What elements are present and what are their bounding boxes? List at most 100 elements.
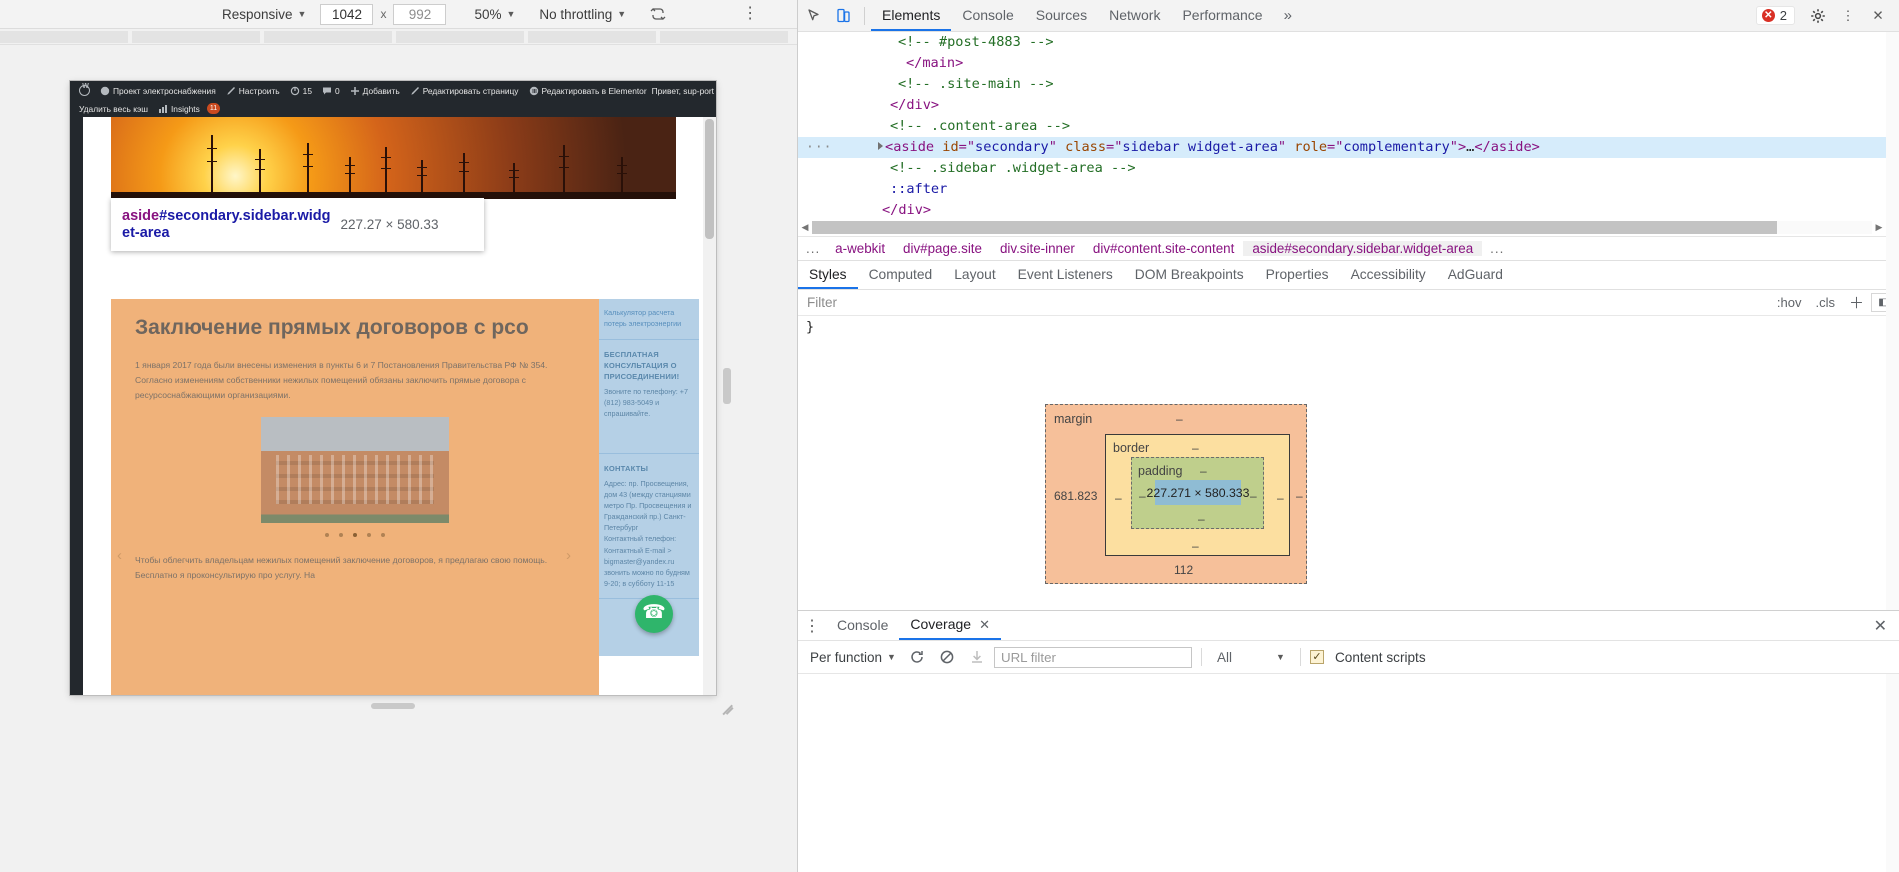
styles-pane-scrollbar[interactable] xyxy=(1886,32,1899,610)
tab-adguard[interactable]: AdGuard xyxy=(1437,261,1514,289)
box-model-padding-bottom[interactable]: – xyxy=(1198,512,1205,526)
box-model-content-size[interactable]: 227.271 × 580.333 xyxy=(1147,480,1249,505)
plus-icon[interactable]: ＋ xyxy=(1842,292,1871,313)
device-toolbar-more-icon[interactable]: ⋮ xyxy=(740,6,760,22)
dom-line-div-close-1[interactable]: </div> xyxy=(798,95,1886,116)
breadcrumb[interactable]: ... a-webkit div#page.site div.site-inne… xyxy=(798,236,1899,261)
box-model-border-top[interactable]: – xyxy=(1192,441,1199,455)
breadcrumb-overflow-right[interactable]: ... xyxy=(1482,241,1510,256)
carousel-next-icon[interactable]: › xyxy=(566,547,571,564)
error-badge[interactable]: ✕ 2 xyxy=(1755,6,1795,25)
scroll-right-icon[interactable]: ▶ xyxy=(1872,222,1886,233)
drawer-more-icon[interactable]: ⋮ xyxy=(798,616,826,636)
box-model-border-left[interactable]: – xyxy=(1115,491,1122,505)
tab-computed[interactable]: Computed xyxy=(858,261,944,289)
reload-icon[interactable] xyxy=(904,645,930,669)
box-model-padding-left[interactable]: – xyxy=(1139,489,1146,503)
styles-rules-area[interactable]: } margin – 681.823 – 112 border – – – – … xyxy=(798,316,1899,610)
tab-console[interactable]: Console xyxy=(951,0,1024,31)
phone-icon[interactable] xyxy=(635,595,673,633)
tab-properties[interactable]: Properties xyxy=(1255,261,1340,289)
breadcrumb-item-1[interactable]: div#page.site xyxy=(894,241,991,256)
content-scripts-checkbox[interactable]: ✓ xyxy=(1309,650,1324,664)
dom-line-sitemain-comment[interactable]: <!-- .site-main --> xyxy=(798,74,1886,95)
box-model-border-right[interactable]: – xyxy=(1277,491,1284,505)
dom-line-post-comment[interactable]: <!-- #post-4883 --> xyxy=(798,32,1886,53)
box-model-padding-top[interactable]: – xyxy=(1200,464,1207,478)
tab-event-listeners[interactable]: Event Listeners xyxy=(1007,261,1124,289)
page-scrollbar-thumb[interactable] xyxy=(705,119,714,239)
drawer-close-icon[interactable]: ✕ xyxy=(1874,616,1899,636)
scroll-left-icon[interactable]: ◀ xyxy=(798,222,812,233)
drawer-tab-coverage[interactable]: Coverage ✕ xyxy=(899,611,1001,640)
rotate-icon[interactable] xyxy=(648,4,668,24)
dom-line-sidebar-comment[interactable]: <!-- .sidebar .widget-area --> xyxy=(798,158,1886,179)
device-toolbar-icon[interactable] xyxy=(828,3,858,29)
gear-icon[interactable] xyxy=(1803,3,1833,29)
adminbar-item-elementor[interactable]: Редактировать в Elementor xyxy=(524,86,652,96)
box-model-margin-bottom[interactable]: 112 xyxy=(1174,563,1193,577)
box-model-border-bottom[interactable]: – xyxy=(1192,539,1199,553)
adminbar-item-edit-page[interactable]: Редактировать страницу xyxy=(405,86,524,96)
tab-layout[interactable]: Layout xyxy=(943,261,1006,289)
carousel-dot[interactable] xyxy=(325,532,329,537)
tab-styles[interactable]: Styles xyxy=(798,261,858,289)
coverage-type-filter[interactable]: All ▼ xyxy=(1211,650,1291,665)
viewport-width-input[interactable]: 1042 xyxy=(320,3,374,25)
resize-handle-corner[interactable] xyxy=(720,698,736,715)
clear-cache-button[interactable]: Удалить весь кэш xyxy=(74,104,153,114)
adminbar-item-site[interactable]: Проект электроснабжения xyxy=(95,86,221,96)
adminbar-item-updates[interactable]: 15 xyxy=(285,86,317,96)
dom-line-div-close-2[interactable]: </div> xyxy=(798,200,1886,221)
adminbar-item-customize[interactable]: Настроить xyxy=(221,86,285,96)
adminbar-item-comments[interactable]: 0 xyxy=(317,86,345,96)
tab-network[interactable]: Network xyxy=(1098,0,1171,31)
dom-gutter-dots[interactable]: ··· xyxy=(806,137,832,158)
dom-line-aside-selected[interactable]: ··· <aside id="secondary" class="sidebar… xyxy=(798,137,1886,158)
box-model-margin-left[interactable]: 681.823 xyxy=(1054,489,1097,503)
close-icon[interactable]: ✕ xyxy=(1863,3,1893,29)
breadcrumb-item-2[interactable]: div.site-inner xyxy=(991,241,1084,256)
carousel-dot[interactable] xyxy=(339,532,343,537)
box-model-border-box[interactable]: border – – – – padding – – – – 227.271 ×… xyxy=(1105,434,1290,556)
dom-line-after-pseudo[interactable]: ::after xyxy=(798,179,1886,200)
breadcrumb-overflow-left[interactable]: ... xyxy=(798,241,826,256)
expand-arrow-icon[interactable] xyxy=(878,142,883,150)
coverage-scrollbar[interactable] xyxy=(1886,674,1899,872)
carousel-dot[interactable] xyxy=(381,532,385,537)
viewport-height-input[interactable]: 992 xyxy=(393,3,447,25)
page-scrollbar[interactable] xyxy=(703,117,716,695)
zoom-select[interactable]: 50% ▼ xyxy=(474,7,515,22)
download-icon[interactable] xyxy=(964,645,990,669)
tab-performance[interactable]: Performance xyxy=(1171,0,1273,31)
dom-hscroll-thumb[interactable] xyxy=(812,221,1777,234)
coverage-mode-select[interactable]: Per function ▼ xyxy=(806,650,900,665)
carousel-dot-active[interactable] xyxy=(353,532,357,537)
styles-filter-input[interactable]: Filter xyxy=(798,295,1770,310)
close-icon[interactable]: ✕ xyxy=(979,610,990,639)
carousel-prev-icon[interactable]: ‹ xyxy=(117,547,122,564)
box-model-margin-top[interactable]: – xyxy=(1176,412,1183,426)
dom-hscroll-track[interactable] xyxy=(812,221,1872,234)
resize-handle-bottom[interactable] xyxy=(371,703,415,709)
tab-sources[interactable]: Sources xyxy=(1025,0,1098,31)
url-filter-input[interactable]: URL filter xyxy=(993,646,1192,668)
dom-line-main-close[interactable]: </main> xyxy=(798,53,1886,74)
insights-button[interactable]: Insights 11 xyxy=(153,103,225,114)
tab-elements[interactable]: Elements xyxy=(871,0,952,31)
breadcrumb-item-3[interactable]: div#content.site-content xyxy=(1084,241,1243,256)
dom-tree[interactable]: <!-- #post-4883 --> </main> <!-- .site-m… xyxy=(798,32,1886,222)
resize-handle-right[interactable] xyxy=(723,368,731,404)
box-model-padding-box[interactable]: padding – – – – 227.271 × 580.333 xyxy=(1131,457,1264,529)
clear-icon[interactable] xyxy=(934,645,960,669)
inspect-element-icon[interactable] xyxy=(798,3,828,29)
breadcrumb-item-0[interactable]: a-webkit xyxy=(826,241,894,256)
dom-line-contentarea-comment[interactable]: <!-- .content-area --> xyxy=(798,116,1886,137)
adminbar-greeting[interactable]: Привет, sup-port xyxy=(652,86,714,96)
device-select[interactable]: Responsive ▼ xyxy=(222,7,306,22)
devtools-more-icon[interactable]: ⋮ xyxy=(1833,3,1863,29)
throttling-select[interactable]: No throttling ▼ xyxy=(539,7,626,22)
cls-button[interactable]: .cls xyxy=(1808,295,1842,310)
tab-accessibility[interactable]: Accessibility xyxy=(1340,261,1437,289)
emulated-page-frame[interactable]: Проект электроснабжения Настроить 15 0 xyxy=(70,81,716,695)
